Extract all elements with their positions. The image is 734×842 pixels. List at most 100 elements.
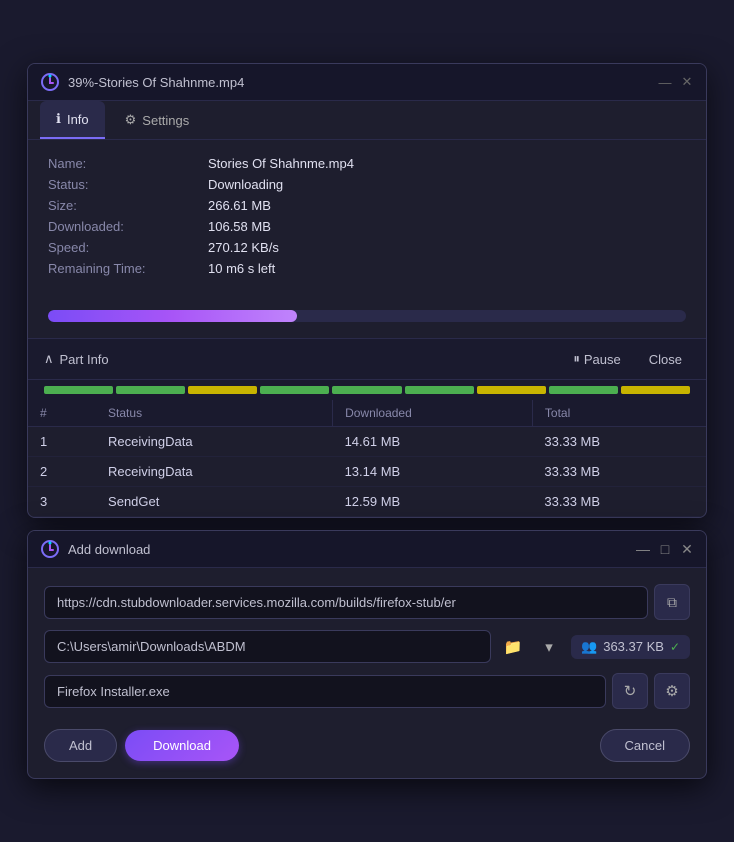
size-badge: 👥 363.37 KB ✓ (571, 635, 690, 659)
speed-label: Speed: (48, 240, 208, 255)
add-content: ⧉ 📁 ▾ 👥 363.37 KB ✓ ↻ (28, 568, 706, 778)
part-info-actions: ⏸ Pause Close (565, 347, 690, 371)
table-row: 3SendGet12.59 MB33.33 MB (28, 487, 706, 517)
copy-url-button[interactable]: ⧉ (654, 584, 690, 620)
info-row-size: Size: 266.61 MB (48, 198, 686, 213)
add-button[interactable]: Add (44, 729, 117, 762)
part-info-header: ∧ Part Info ⏸ Pause Close (28, 338, 706, 380)
col-header-num: # (28, 400, 96, 427)
add-maximize-button[interactable]: □ (658, 542, 672, 556)
progress-window: 39%-Stories Of Shahnme.mp4 — ✕ ℹ Info ⚙ … (27, 63, 707, 518)
segment (260, 386, 329, 394)
tab-bar: ℹ Info ⚙ Settings (28, 101, 706, 140)
table-cell-total: 33.33 MB (532, 487, 706, 517)
table-row: 2ReceivingData13.14 MB33.33 MB (28, 457, 706, 487)
add-app-icon (40, 539, 60, 559)
table-cell-downloaded: 12.59 MB (333, 487, 533, 517)
refresh-icon: ↻ (624, 682, 637, 700)
dropdown-button[interactable]: ▾ (533, 631, 565, 663)
size-value: 266.61 MB (208, 198, 271, 213)
segment (332, 386, 401, 394)
add-close-button[interactable]: ✕ (680, 542, 694, 556)
add-title-bar: Add download — □ ✕ (28, 531, 706, 568)
segment (116, 386, 185, 394)
status-label: Status: (48, 177, 208, 192)
add-download-window: Add download — □ ✕ ⧉ 📁 (27, 530, 707, 779)
cancel-button[interactable]: Cancel (600, 729, 690, 762)
tab-info[interactable]: ℹ Info (40, 101, 105, 139)
size-label: Size: (48, 198, 208, 213)
download-button[interactable]: Download (125, 730, 239, 761)
path-row: 📁 ▾ 👥 363.37 KB ✓ (44, 630, 690, 663)
checkmark-icon: ✓ (670, 640, 680, 654)
info-tab-icon: ℹ (56, 111, 61, 127)
downloaded-value: 106.58 MB (208, 219, 271, 234)
table-cell-total: 33.33 MB (532, 457, 706, 487)
copy-icon: ⧉ (667, 594, 677, 611)
close-progress-button[interactable]: ✕ (680, 75, 694, 89)
info-row-speed: Speed: 270.12 KB/s (48, 240, 686, 255)
parts-table: # Status Downloaded Total 1ReceivingData… (28, 400, 706, 517)
close-icon: ✕ (682, 74, 693, 90)
add-minimize-icon: — (636, 541, 650, 557)
name-label: Name: (48, 156, 208, 171)
gear-icon: ⚙ (665, 682, 678, 700)
filename-input[interactable] (44, 675, 606, 708)
info-tab-label: Info (67, 112, 89, 127)
progress-bar-fill (48, 310, 297, 322)
table-cell-downloaded: 13.14 MB (333, 457, 533, 487)
progress-title-bar: 39%-Stories Of Shahnme.mp4 — ✕ (28, 64, 706, 101)
table-cell-status: SendGet (96, 487, 333, 517)
add-maximize-icon: □ (661, 541, 669, 557)
info-row-status: Status: Downloading (48, 177, 686, 192)
settings-tab-label: Settings (142, 113, 189, 128)
info-row-name: Name: Stories Of Shahnme.mp4 (48, 156, 686, 171)
chevron-up-icon: ∧ (44, 351, 54, 367)
people-icon: 👥 (581, 639, 597, 655)
table-cell-num: 2 (28, 457, 96, 487)
info-row-remaining: Remaining Time: 10 m6 s left (48, 261, 686, 276)
progress-window-title: 39%-Stories Of Shahnme.mp4 (68, 75, 650, 90)
pause-button[interactable]: ⏸ Pause (565, 347, 628, 371)
app-icon (40, 72, 60, 92)
settings-button[interactable]: ⚙ (654, 673, 690, 709)
segment-bar (28, 380, 706, 400)
folder-icon: 📁 (504, 638, 523, 656)
remaining-label: Remaining Time: (48, 261, 208, 276)
part-info-label: Part Info (60, 352, 109, 367)
status-value: Downloading (208, 177, 283, 192)
add-window-controls: — □ ✕ (636, 542, 694, 556)
path-input[interactable] (44, 630, 491, 663)
close-part-button[interactable]: Close (641, 348, 690, 371)
minimize-icon: — (659, 75, 672, 90)
progress-bar-container (48, 310, 686, 322)
table-cell-total: 33.33 MB (532, 427, 706, 457)
add-minimize-button[interactable]: — (636, 542, 650, 556)
table-row: 1ReceivingData14.61 MB33.33 MB (28, 427, 706, 457)
add-window-title: Add download (68, 542, 628, 557)
tab-settings[interactable]: ⚙ Settings (109, 101, 206, 139)
dropdown-icon: ▾ (545, 638, 553, 656)
add-close-icon: ✕ (681, 541, 693, 558)
parts-table-wrapper[interactable]: # Status Downloaded Total 1ReceivingData… (28, 400, 706, 517)
table-cell-status: ReceivingData (96, 457, 333, 487)
segment (405, 386, 474, 394)
segment (188, 386, 257, 394)
col-header-downloaded: Downloaded (333, 400, 533, 427)
footer-row: Add Download Cancel (44, 725, 690, 762)
pause-icon: ⏸ (573, 351, 580, 367)
refresh-button[interactable]: ↻ (612, 673, 648, 709)
info-section: Name: Stories Of Shahnme.mp4 Status: Dow… (28, 140, 706, 298)
segment (477, 386, 546, 394)
folder-button[interactable]: 📁 (497, 631, 529, 663)
name-value: Stories Of Shahnme.mp4 (208, 156, 354, 171)
url-input[interactable] (44, 586, 648, 619)
size-value: 363.37 KB (603, 639, 664, 654)
minimize-button[interactable]: — (658, 75, 672, 89)
part-info-toggle[interactable]: ∧ Part Info (44, 351, 565, 367)
settings-tab-icon: ⚙ (125, 112, 137, 128)
table-cell-status: ReceivingData (96, 427, 333, 457)
remaining-value: 10 m6 s left (208, 261, 275, 276)
col-header-total: Total (532, 400, 706, 427)
table-cell-downloaded: 14.61 MB (333, 427, 533, 457)
